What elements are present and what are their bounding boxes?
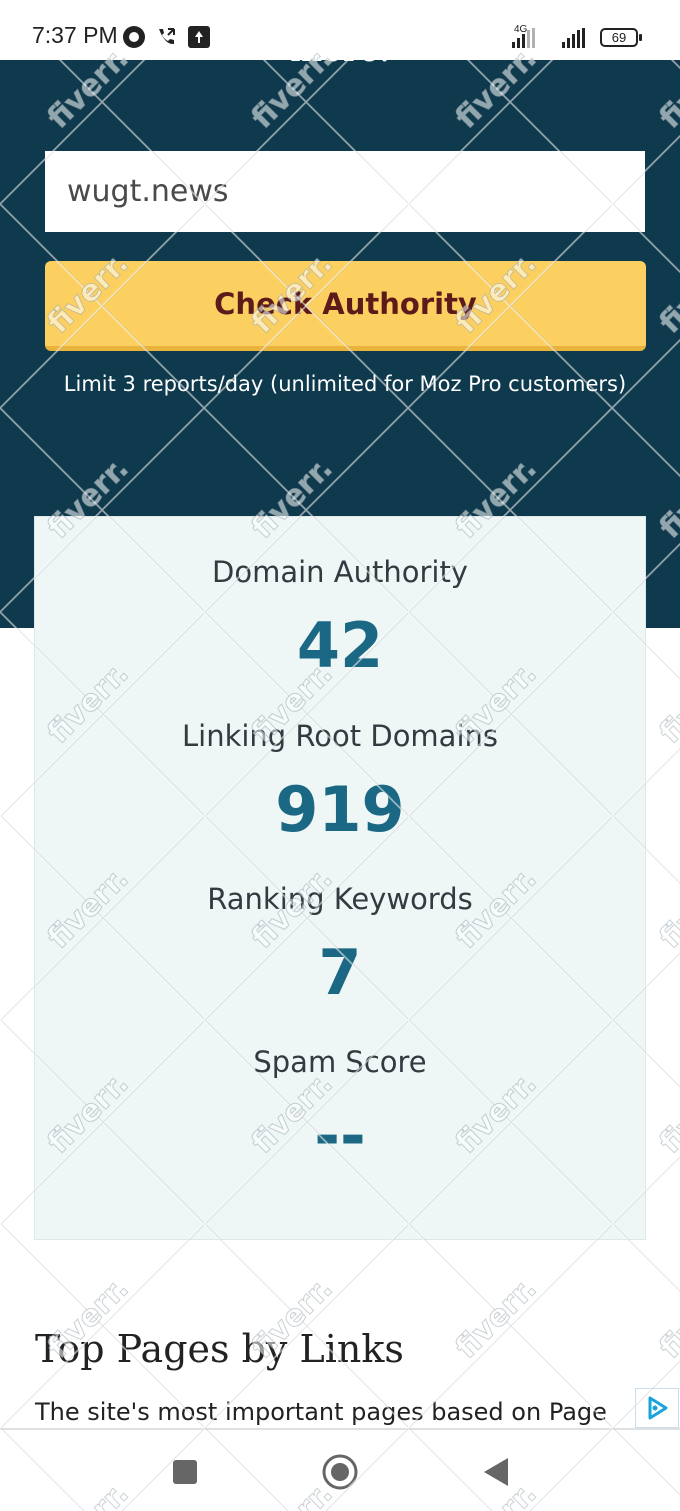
hero-heading-fragment: more. bbox=[0, 60, 680, 70]
metric-value-domain-authority: 42 bbox=[296, 609, 384, 682]
metric-value-ranking-keywords: 7 bbox=[318, 936, 362, 1009]
metric-value-linking-root-domains: 919 bbox=[275, 773, 405, 846]
ad-choices-icon[interactable] bbox=[635, 1388, 679, 1428]
section-title: Top Pages by Links bbox=[35, 1327, 404, 1371]
watermark-text: fiverr. bbox=[653, 861, 680, 956]
system-nav-bar bbox=[0, 1428, 680, 1511]
signal-icon bbox=[512, 28, 535, 48]
domain-input-value: wugt.news bbox=[67, 174, 229, 209]
recent-apps-button[interactable] bbox=[165, 1452, 205, 1492]
home-button[interactable] bbox=[320, 1452, 360, 1492]
upload-icon bbox=[188, 26, 210, 48]
status-bar: 7:37 PM 4G 69 bbox=[0, 0, 680, 60]
watermark-text: fiverr. bbox=[653, 1066, 680, 1161]
domain-input[interactable]: wugt.news bbox=[45, 151, 645, 232]
ad-play-icon bbox=[648, 1396, 668, 1420]
call-forward-icon bbox=[159, 28, 175, 45]
section-description: The site's most important pages based on… bbox=[35, 1398, 607, 1426]
battery-icon: 69 bbox=[600, 28, 642, 47]
watermark-text: fiverr. bbox=[653, 1271, 680, 1366]
metric-label-spam-score: Spam Score bbox=[253, 1045, 427, 1079]
results-card: Domain Authority 42 Linking Root Domains… bbox=[34, 516, 646, 1240]
signal-icon-2 bbox=[562, 28, 585, 48]
back-button[interactable] bbox=[476, 1452, 516, 1492]
whatsapp-icon bbox=[123, 26, 145, 48]
back-icon bbox=[484, 1458, 508, 1486]
metric-value-spam-score: -- bbox=[314, 1099, 366, 1172]
check-authority-button[interactable]: Check Authority bbox=[45, 261, 646, 351]
limit-notice: Limit 3 reports/day (unlimited for Moz P… bbox=[63, 372, 627, 396]
metric-label-ranking-keywords: Ranking Keywords bbox=[207, 882, 473, 916]
metric-label-domain-authority: Domain Authority bbox=[212, 555, 468, 589]
watermark-text: fiverr. bbox=[653, 656, 680, 751]
home-icon bbox=[322, 1454, 358, 1490]
status-time: 7:37 PM bbox=[32, 22, 118, 48]
metric-label-linking-root-domains: Linking Root Domains bbox=[181, 719, 498, 753]
recent-apps-icon bbox=[173, 1460, 197, 1484]
battery-level: 69 bbox=[611, 30, 627, 45]
watermark-text: fiverr. bbox=[449, 1271, 544, 1366]
